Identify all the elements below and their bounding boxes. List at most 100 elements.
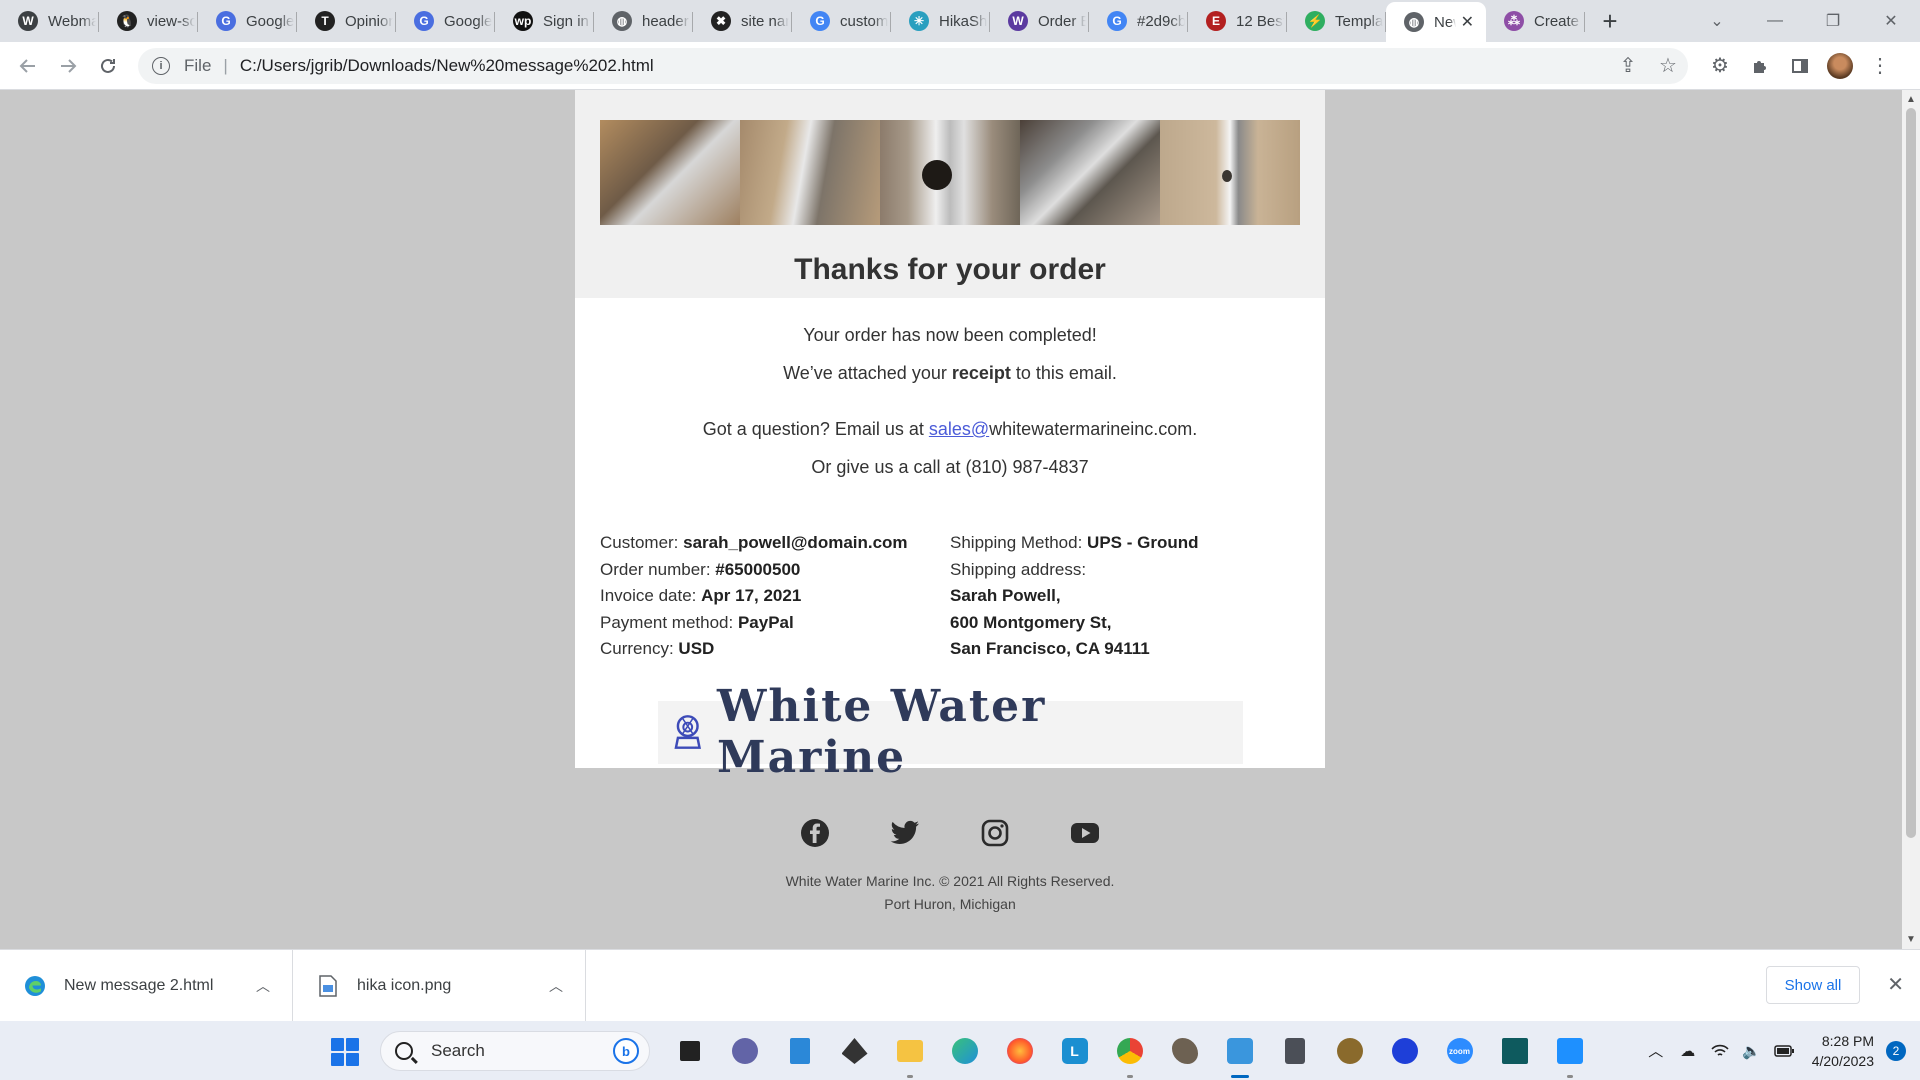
url-text[interactable]: C:/Users/jgrib/Downloads/New%20message%2…	[240, 56, 654, 76]
windows-start-icon[interactable]	[331, 1038, 359, 1066]
profile-avatar[interactable]	[1827, 52, 1853, 79]
page-scrollbar[interactable]: ▲ ▼	[1902, 90, 1920, 949]
browser-tab[interactable]: W Webmail	[0, 0, 99, 42]
page-viewport: Thanks for your order Your order has now…	[0, 90, 1902, 949]
onedrive-cloud-icon[interactable]: ☁	[1672, 1042, 1704, 1060]
browser-tab[interactable]: ✖ site name	[693, 0, 792, 42]
close-window-button[interactable]: ✕	[1862, 0, 1920, 42]
bing-icon[interactable]: b	[613, 1038, 639, 1064]
info-icon[interactable]: i	[152, 56, 170, 75]
browser-tab[interactable]: ✳ HikaShop	[891, 0, 990, 42]
edge-icon	[24, 975, 46, 997]
extensions-puzzle-icon[interactable]	[1740, 46, 1780, 86]
close-download-bar-icon[interactable]: ✕	[1887, 972, 1904, 997]
new-tab-button[interactable]: +	[1589, 0, 1631, 42]
globe-icon: ◍	[1404, 12, 1424, 32]
address-line: San Francisco, CA 94111	[950, 639, 1150, 658]
scroll-down-icon[interactable]: ▼	[1906, 934, 1916, 945]
side-panel-icon[interactable]	[1780, 46, 1820, 86]
share-icon[interactable]: ⇪	[1608, 53, 1648, 78]
file-explorer-icon[interactable]	[882, 1031, 937, 1078]
tab-close-icon[interactable]: ✕	[1461, 12, 1474, 32]
battery-icon[interactable]	[1768, 1044, 1800, 1057]
taskbar-clock[interactable]: 8:28 PM 4/20/2023	[1812, 1031, 1874, 1071]
gimp-icon[interactable]	[1157, 1031, 1212, 1071]
window-controls: ⌄ — ❐ ✕	[1688, 0, 1920, 42]
facebook-icon[interactable]	[800, 818, 830, 848]
browser-tab[interactable]: ◍ New ✕	[1386, 2, 1486, 42]
joomla-icon: ✖	[711, 11, 731, 31]
chevron-up-icon[interactable]: ︿	[256, 976, 270, 996]
product-photo-tube	[740, 120, 880, 225]
taskbar-search[interactable]: Search b	[380, 1031, 650, 1071]
browser-tab[interactable]: 🐧 view-source	[99, 0, 198, 42]
browser-tab[interactable]: G Google Sheets	[198, 0, 297, 42]
minimize-button[interactable]: —	[1746, 0, 1804, 42]
product-photo-cleat	[600, 120, 740, 225]
tab-title: Google Sheets	[246, 12, 294, 30]
download-bar: New message 2.html ︿ hika icon.png ︿ Sho…	[0, 949, 1920, 1022]
l-app-icon[interactable]: L	[1047, 1031, 1102, 1071]
order-details-right: Shipping Method: UPS - Ground Shipping a…	[950, 530, 1300, 663]
chrome-icon[interactable]	[1102, 1031, 1157, 1078]
browser-tab[interactable]: G #2d9cb	[1089, 0, 1188, 42]
calculator-icon[interactable]	[1267, 1031, 1322, 1071]
browser-tab[interactable]: ◍ header	[594, 0, 693, 42]
browser-tab[interactable]: W Order E	[990, 0, 1089, 42]
browser-tab[interactable]: ⚡ Templa	[1287, 0, 1386, 42]
download-item[interactable]: hika icon.png ︿	[293, 949, 586, 1022]
youtube-icon[interactable]	[1070, 818, 1100, 848]
wordpress-icon: W	[18, 11, 38, 31]
tray-overflow-icon[interactable]: ︿	[1640, 1040, 1672, 1061]
browser-tab[interactable]: wp Sign in	[495, 0, 594, 42]
shipping-address-label: Shipping address:	[950, 559, 1087, 579]
notepad-icon[interactable]	[772, 1031, 827, 1071]
wifi-icon[interactable]	[1704, 1044, 1736, 1058]
instagram-icon[interactable]	[980, 818, 1010, 848]
browser-tab[interactable]: G Google Sheets	[396, 0, 495, 42]
sales-email-link[interactable]: sales@	[929, 419, 989, 439]
company-logo: White Water Marine	[657, 681, 1243, 783]
show-all-button[interactable]: Show all	[1766, 966, 1860, 1004]
scroll-up-icon[interactable]: ▲	[1906, 94, 1916, 105]
menu-kebab-icon[interactable]: ⋮	[1860, 46, 1900, 86]
teams-chat-icon[interactable]	[717, 1031, 772, 1071]
download-item[interactable]: New message 2.html ︿	[0, 949, 293, 1022]
reload-button[interactable]	[88, 46, 128, 86]
vpn-icon[interactable]	[827, 1031, 882, 1071]
browser-tab[interactable]: T Opinion	[297, 0, 396, 42]
zoom-icon[interactable]: zoom	[1432, 1031, 1487, 1071]
forward-button[interactable]	[48, 46, 88, 86]
url-separator: |	[223, 55, 228, 75]
task-view-icon[interactable]	[662, 1031, 717, 1071]
volume-icon[interactable]: 🔈	[1736, 1042, 1768, 1060]
audacity-icon[interactable]	[1377, 1031, 1432, 1071]
extension-gear-icon[interactable]: ⚙	[1700, 46, 1740, 86]
browser-tab[interactable]: ⁂ Create	[1486, 0, 1585, 42]
image-editor-icon[interactable]	[1542, 1031, 1597, 1078]
notification-badge[interactable]: 2	[1886, 1040, 1906, 1061]
chevron-up-icon[interactable]: ︿	[549, 976, 563, 996]
terminal-app-icon[interactable]	[1487, 1031, 1542, 1071]
google-sheets-icon: G	[216, 11, 236, 31]
browser-tab[interactable]: E 12 Best	[1188, 0, 1287, 42]
tab-title: #2d9cb	[1137, 12, 1185, 30]
game-app-icon[interactable]	[1322, 1031, 1377, 1071]
image-file-icon	[317, 974, 339, 997]
scrollbar-thumb[interactable]	[1906, 108, 1916, 838]
email-card: Thanks for your order Your order has now…	[575, 90, 1325, 783]
tab-search-icon[interactable]: ⌄	[1688, 0, 1746, 42]
download-filename: New message 2.html	[64, 976, 214, 994]
twitter-icon[interactable]	[890, 818, 920, 848]
back-button[interactable]	[8, 46, 48, 86]
snipping-tool-icon[interactable]	[1212, 1031, 1267, 1078]
edge-taskbar-icon[interactable]	[937, 1031, 992, 1071]
order-detail-row: Customer: sarah_powell@domain.com	[600, 533, 908, 552]
restore-button[interactable]: ❐	[1804, 0, 1862, 42]
browser-tab[interactable]: Gcustom	[792, 0, 891, 42]
firefox-icon[interactable]	[992, 1031, 1047, 1071]
tab-title: site name	[741, 12, 789, 30]
bookmark-star-icon[interactable]: ☆	[1648, 53, 1688, 78]
address-bar[interactable]: i File | C:/Users/jgrib/Downloads/New%20…	[138, 47, 1688, 84]
tab-title: Webmail	[48, 12, 96, 30]
